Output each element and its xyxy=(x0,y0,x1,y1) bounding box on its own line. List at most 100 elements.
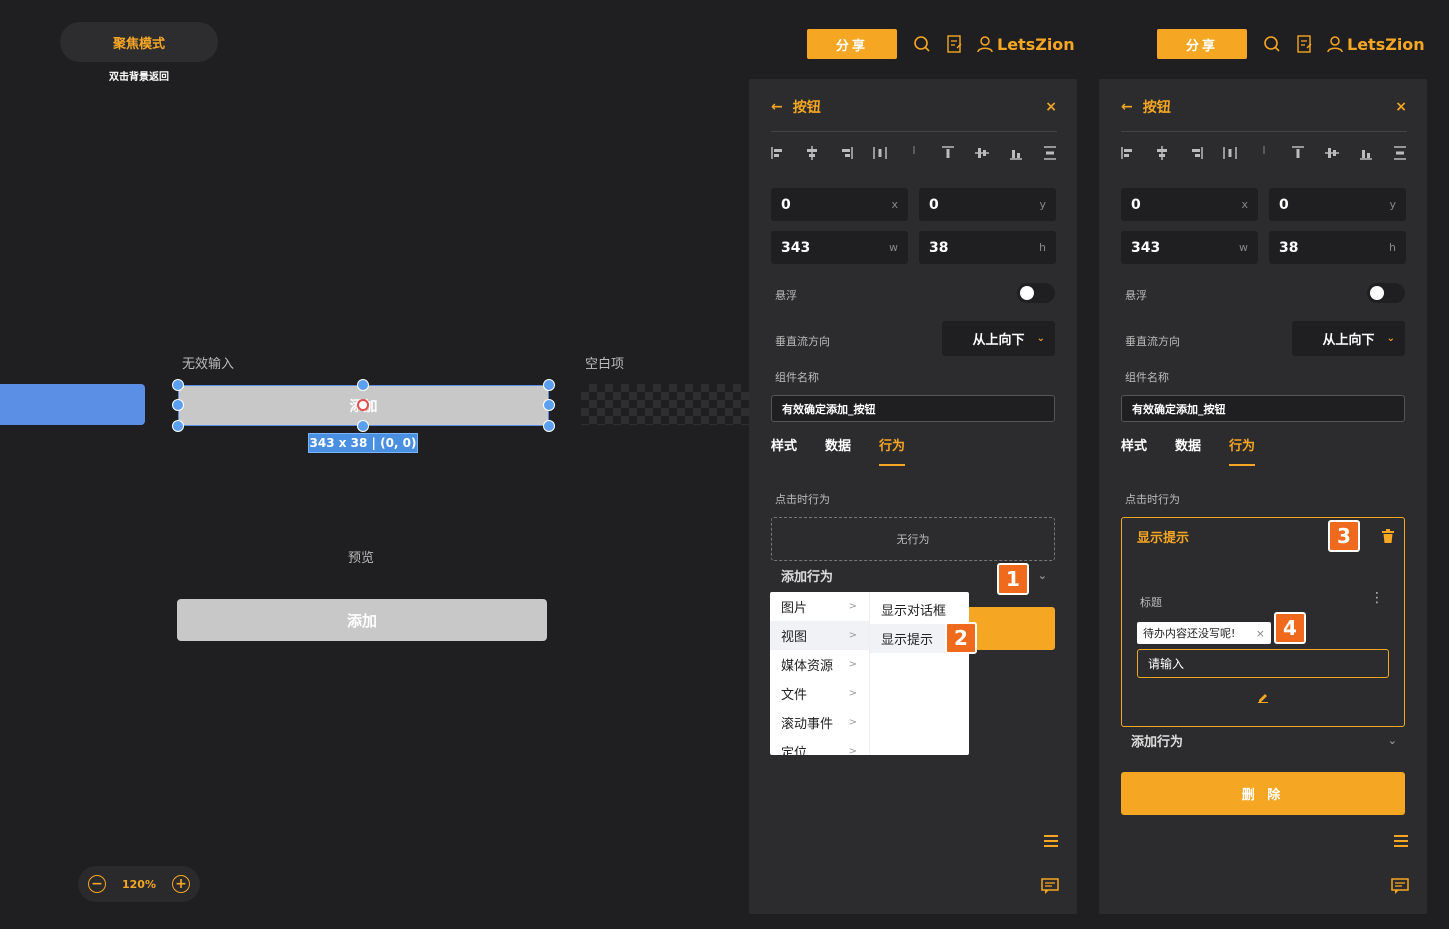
share-button[interactable]: 分享 xyxy=(807,29,897,59)
chevron-right-icon: > xyxy=(848,717,857,728)
menu-icon[interactable] xyxy=(1393,833,1409,853)
align-left-icon[interactable] xyxy=(771,145,785,159)
menu-item-image[interactable]: 图片 > xyxy=(770,592,869,621)
resize-handle-br[interactable] xyxy=(543,420,555,432)
align-top-icon[interactable] xyxy=(1291,145,1305,159)
more-vert-icon[interactable]: ⋮ xyxy=(1370,590,1384,606)
tab-style[interactable]: 样式 xyxy=(771,435,797,454)
x-value: 0 xyxy=(1131,196,1141,213)
title-input[interactable]: 请输入 xyxy=(1137,649,1389,678)
align-left-icon[interactable] xyxy=(1121,145,1135,159)
search-icon[interactable] xyxy=(1263,35,1281,53)
align-bottom-icon[interactable] xyxy=(1009,145,1023,160)
back-arrow-icon[interactable]: ← xyxy=(1121,99,1133,115)
x-field[interactable]: 0x xyxy=(1121,188,1258,221)
tab-data[interactable]: 数据 xyxy=(1175,435,1201,454)
tag-close-icon[interactable]: × xyxy=(1256,627,1265,640)
resize-handle-l[interactable] xyxy=(172,399,184,411)
canvas-input-component[interactable] xyxy=(0,384,145,425)
topbar-left: 分享 LetsZion xyxy=(807,29,1075,59)
menu-item-show-dialog[interactable]: 显示对话框 xyxy=(870,595,969,624)
float-toggle[interactable] xyxy=(1367,283,1405,303)
y-field[interactable]: 0y xyxy=(919,188,1056,221)
distribute-h-icon[interactable] xyxy=(1223,145,1237,159)
edit-pencil-icon[interactable] xyxy=(1257,688,1269,707)
distribute-v-icon[interactable] xyxy=(1043,145,1057,160)
comp-name-input[interactable]: 有效确定添加_按钮 xyxy=(771,395,1055,422)
menu-item-file[interactable]: 文件 > xyxy=(770,679,869,708)
panel-header: ← 按钮 × xyxy=(1121,97,1407,117)
comp-name-input[interactable]: 有效确定添加_按钮 xyxy=(1121,395,1405,422)
zoom-out-icon[interactable]: − xyxy=(88,875,106,893)
y-field[interactable]: 0y xyxy=(1269,188,1406,221)
align-bottom-icon[interactable] xyxy=(1359,145,1373,160)
panel-tabs: 样式 数据 行为 xyxy=(1121,435,1256,466)
h-field[interactable]: 38 h xyxy=(1269,231,1406,264)
menu-icon[interactable] xyxy=(1043,833,1059,853)
add-action-dropdown[interactable]: 添加行为 ⌄ xyxy=(1131,730,1397,750)
distribute-v-icon[interactable] xyxy=(1393,145,1407,160)
close-icon[interactable]: × xyxy=(1045,99,1057,115)
notes-icon[interactable] xyxy=(1297,35,1313,53)
zoom-in-icon[interactable]: + xyxy=(171,875,190,893)
tab-style[interactable]: 样式 xyxy=(1121,435,1147,454)
user-icon[interactable] xyxy=(1327,35,1343,53)
resize-handle-tr[interactable] xyxy=(543,379,555,391)
resize-handle-b[interactable] xyxy=(357,420,369,432)
resize-handle-bl[interactable] xyxy=(172,420,184,432)
menu-item-scroll[interactable]: 滚动事件 > xyxy=(770,708,869,737)
resize-handle-t[interactable] xyxy=(357,379,369,391)
align-center-h-icon[interactable] xyxy=(1155,145,1169,160)
trash-icon[interactable] xyxy=(1382,528,1394,547)
username[interactable]: LetsZion xyxy=(1347,35,1425,54)
align-right-icon[interactable] xyxy=(1189,145,1203,159)
close-icon[interactable]: × xyxy=(1395,99,1407,115)
tab-behavior[interactable]: 行为 xyxy=(1229,435,1256,466)
search-icon[interactable] xyxy=(913,35,931,53)
align-top-icon[interactable] xyxy=(941,145,955,159)
vflow-select[interactable]: 从上向下 ⌄ xyxy=(942,321,1055,356)
align-right-icon[interactable] xyxy=(839,145,853,159)
menu-item-view[interactable]: 视图 > xyxy=(770,621,869,650)
step-badge-4: 4 xyxy=(1274,612,1306,644)
resize-handle-tl[interactable] xyxy=(172,379,184,391)
share-button[interactable]: 分享 xyxy=(1157,29,1247,59)
x-field[interactable]: 0x xyxy=(771,188,908,221)
tab-data[interactable]: 数据 xyxy=(825,435,851,454)
w-field[interactable]: 343 w xyxy=(1121,231,1258,264)
tab-behavior[interactable]: 行为 xyxy=(879,435,906,466)
align-center-v-icon[interactable] xyxy=(1325,145,1339,159)
distribute-h-icon[interactable] xyxy=(873,145,887,159)
float-label: 悬浮 xyxy=(775,289,797,302)
back-arrow-icon[interactable]: ← xyxy=(771,99,783,115)
align-center-h-icon[interactable] xyxy=(805,145,819,160)
float-toggle[interactable] xyxy=(1017,283,1055,303)
focus-mode-button[interactable]: 聚焦模式 xyxy=(60,22,218,62)
action-card-show-toast: 显示提示 标题 ⋮ 待办内容还没写呢! × 请输入 xyxy=(1121,517,1405,727)
chevron-right-icon: > xyxy=(848,659,857,670)
add-action-menu: 图片 > 视图 > 媒体资源 > 文件 > 滚动事件 > 定位 > 显示对话框 显示提示 xyxy=(770,592,969,755)
step-badge-1: 1 xyxy=(997,563,1029,595)
menu-item-media[interactable]: 媒体资源 > xyxy=(770,650,869,679)
align-center-v-icon[interactable] xyxy=(975,145,989,159)
resize-handle-r[interactable] xyxy=(543,399,555,411)
action-card-title: 显示提示 xyxy=(1137,531,1190,546)
user-icon[interactable] xyxy=(977,35,993,53)
preview-button[interactable]: 添加 xyxy=(177,599,547,641)
vflow-select[interactable]: 从上向下 ⌄ xyxy=(1292,321,1405,356)
h-field[interactable]: 38 h xyxy=(919,231,1056,264)
zoom-level: 120% xyxy=(122,877,156,891)
comment-icon[interactable] xyxy=(1041,878,1059,898)
blank-item-placeholder[interactable] xyxy=(581,384,749,425)
username[interactable]: LetsZion xyxy=(997,35,1075,54)
menu-item-location[interactable]: 定位 > xyxy=(770,737,869,755)
delete-button[interactable]: 删 除 xyxy=(1121,772,1405,815)
x-unit: x xyxy=(891,198,898,211)
title-tag[interactable]: 待办内容还没写呢! × xyxy=(1137,622,1271,644)
w-field[interactable]: 343 w xyxy=(771,231,908,264)
comment-icon[interactable] xyxy=(1391,878,1409,898)
anchor-point-icon[interactable] xyxy=(357,399,369,411)
panel-tabs: 样式 数据 行为 xyxy=(771,435,906,466)
chevron-right-icon: > xyxy=(848,630,857,641)
notes-icon[interactable] xyxy=(947,35,963,53)
